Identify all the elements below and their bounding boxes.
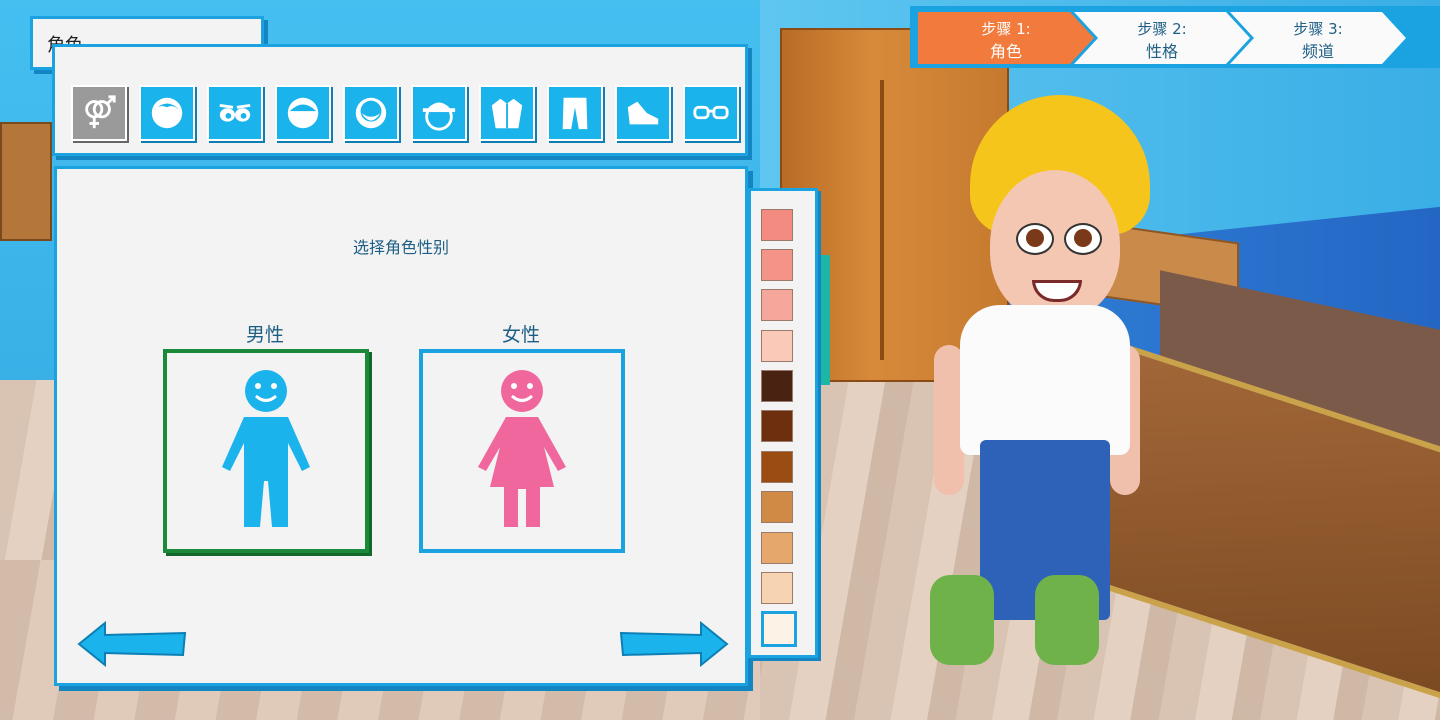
- female-label: 女性: [501, 324, 540, 346]
- female-option-card[interactable]: [419, 349, 625, 553]
- mouth-tab[interactable]: [275, 85, 331, 141]
- back-arrow-button[interactable]: [77, 621, 187, 667]
- character-eye-right: [1064, 223, 1102, 255]
- shirt-tab[interactable]: [479, 85, 535, 141]
- step-1-label: 角色: [989, 42, 1022, 61]
- male-figure-icon: [222, 370, 310, 527]
- gender-selection-panel: 选择角色性别 男性 女性: [54, 166, 748, 686]
- step-3-number: 步骤 3:: [1293, 20, 1343, 38]
- skin-tone-swatch[interactable]: [761, 330, 793, 362]
- step-1[interactable]: 步骤 1: 角色: [918, 12, 1094, 64]
- step-2[interactable]: 步骤 2: 性格: [1074, 12, 1250, 64]
- eyes-icon: [219, 103, 251, 122]
- step-3[interactable]: 步骤 3: 频道: [1230, 12, 1406, 64]
- gender-icon: [85, 95, 116, 129]
- character-preview: [920, 95, 1160, 685]
- shoes-tab[interactable]: [615, 85, 671, 141]
- beard-tab[interactable]: [343, 85, 399, 141]
- eyes-tab[interactable]: [207, 85, 263, 141]
- mouth-icon: [287, 97, 319, 129]
- pants-tab[interactable]: [547, 85, 603, 141]
- customization-toolbar: [52, 44, 748, 156]
- glasses-icon: [693, 105, 729, 120]
- skin-tone-swatch[interactable]: [761, 370, 793, 402]
- skin-tone-swatch[interactable]: [761, 611, 797, 647]
- step-2-number: 步骤 2:: [1137, 20, 1187, 38]
- head-shape-tab[interactable]: [139, 85, 195, 141]
- shoes-icon: [627, 101, 659, 125]
- character-eye-left: [1016, 223, 1054, 255]
- hat-tab[interactable]: [411, 85, 467, 141]
- step-1-number: 步骤 1:: [981, 20, 1031, 38]
- glasses-tab[interactable]: [683, 85, 739, 141]
- male-label: 男性: [245, 324, 284, 346]
- head-shape-icon: [151, 97, 183, 129]
- gender-tab[interactable]: [71, 85, 127, 141]
- character-shoe-right: [1035, 575, 1099, 665]
- male-option-card[interactable]: [163, 349, 369, 553]
- step-2-label: 性格: [1145, 42, 1178, 61]
- step-progress-bar: 步骤 1: 角色 步骤 2: 性格 步骤 3: 频道: [910, 6, 1440, 68]
- skin-tone-palette: [748, 188, 818, 658]
- wardrobe-door-gap: [880, 80, 884, 360]
- character-shirt: [960, 305, 1130, 455]
- skin-tone-swatch[interactable]: [761, 289, 793, 321]
- beard-icon: [355, 97, 387, 129]
- skin-tone-swatch[interactable]: [761, 572, 793, 604]
- skin-tone-swatch[interactable]: [761, 249, 793, 281]
- wall-shelf: [0, 122, 52, 241]
- skin-tone-swatch[interactable]: [761, 532, 793, 564]
- hat-icon: [422, 102, 456, 131]
- next-arrow-button[interactable]: [619, 621, 729, 667]
- skin-tone-swatch[interactable]: [761, 410, 793, 442]
- pants-icon: [562, 97, 588, 130]
- skin-tone-swatch[interactable]: [761, 491, 793, 523]
- skin-tone-swatch[interactable]: [761, 209, 793, 241]
- skin-tone-swatch[interactable]: [761, 451, 793, 483]
- step-3-label: 频道: [1301, 42, 1334, 61]
- selection-prompt: 选择角色性别: [352, 238, 449, 257]
- female-figure-icon: [478, 370, 566, 527]
- character-shoe-left: [930, 575, 994, 665]
- shirt-icon: [491, 98, 523, 129]
